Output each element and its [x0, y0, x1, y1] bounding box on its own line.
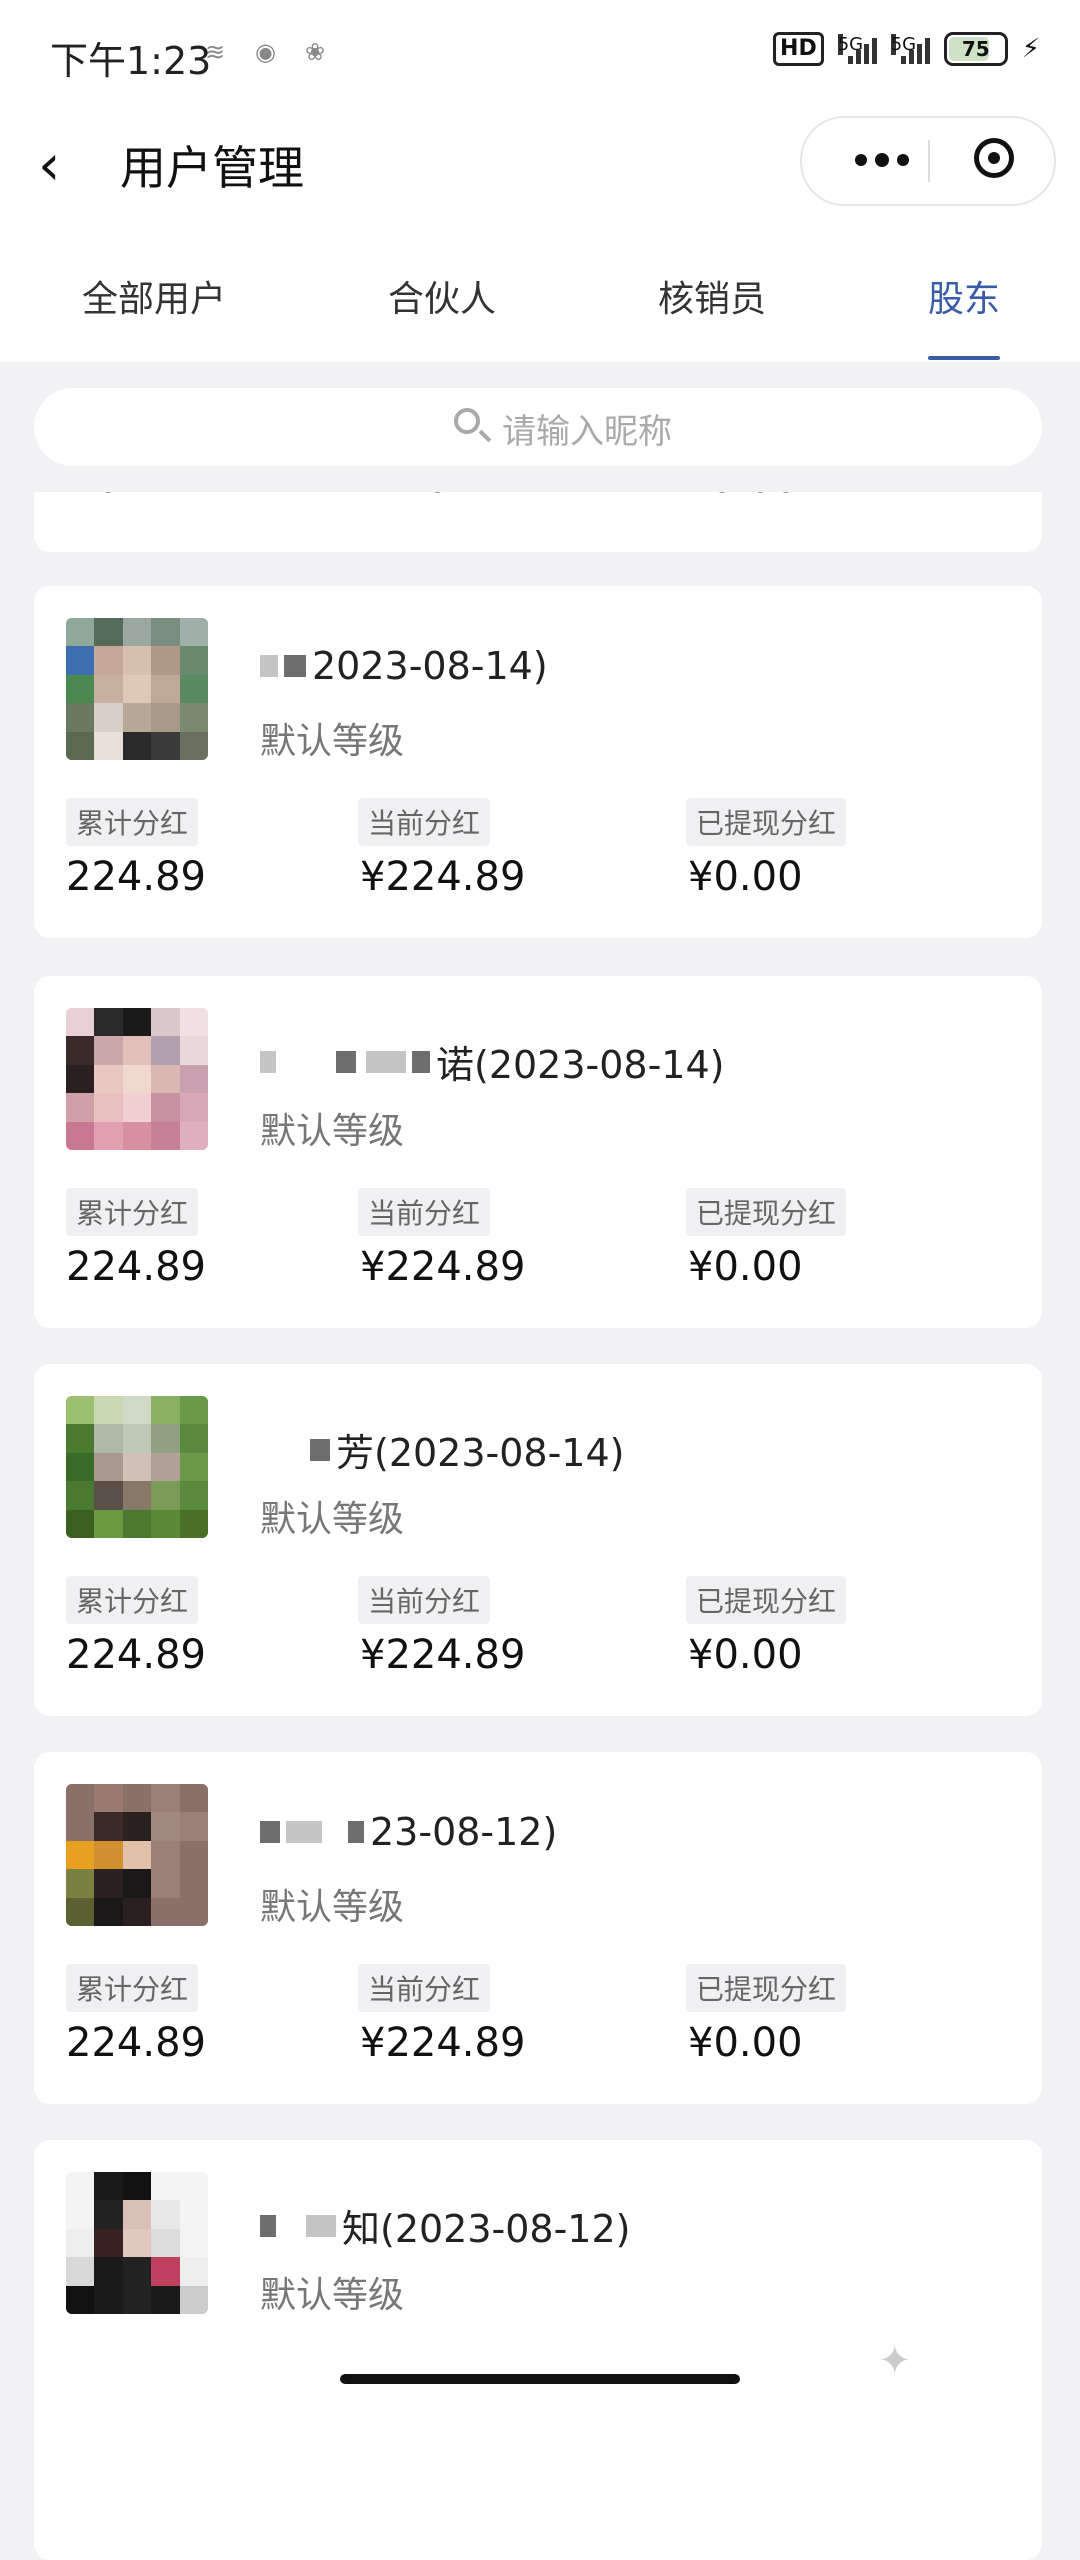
active-tab-indicator — [928, 356, 1000, 360]
chevron-left-icon[interactable]: ‹ — [38, 136, 88, 196]
search-area: 请输入昵称 — [0, 362, 1080, 492]
avatar — [66, 1008, 208, 1150]
user-level: 默认等级 — [260, 1887, 405, 1928]
stat-withdrawn-value: ¥0.00 — [688, 854, 803, 900]
capsule-divider — [928, 140, 930, 182]
stat-total-value: 224.89 — [66, 1632, 206, 1678]
list-item[interactable]: 诺(2023-08-14) 默认等级 累计分红 当前分红 已提现分红 224.8… — [34, 976, 1042, 1328]
battery-icon: 75 — [943, 32, 1008, 66]
stat-current-label: 当前分红 — [358, 1964, 491, 2012]
tab-bar: 全部用户 合伙人 核销员 股东 — [0, 230, 1080, 363]
avatar — [66, 1784, 208, 1926]
tab-verifiers[interactable]: 核销员 — [658, 270, 766, 322]
close-miniprogram-icon[interactable] — [974, 138, 1014, 178]
search-placeholder: 请输入昵称 — [502, 412, 672, 452]
stat-total-value: 224.89 — [66, 854, 206, 900]
stat-withdrawn-value: ¥0.00 — [688, 2020, 803, 2066]
signal-icon: 5G — [890, 34, 930, 64]
list-item[interactable]: 23-08-12) 默认等级 累计分红 当前分红 已提现分红 224.89 ¥2… — [34, 1752, 1042, 2104]
list-item[interactable]: 2023-08-14) 默认等级 累计分红 当前分红 已提现分红 224.89 … — [34, 586, 1042, 938]
stat-withdrawn-value: ¥0.00 — [688, 1632, 803, 1678]
hd-icon: HD — [773, 32, 824, 66]
stat-current-value: ¥224.89 — [360, 854, 526, 900]
stat-total-label: 累计分红 — [66, 1964, 199, 2012]
stat-current-value: ¥224.89 — [360, 2020, 526, 2066]
list-item[interactable]: 芳(2023-08-14) 默认等级 累计分红 当前分红 已提现分红 224.8… — [34, 1364, 1042, 1716]
search-icon — [454, 408, 480, 434]
user-name: 知(2023-08-12) — [260, 2198, 631, 2253]
stat-current-label: 当前分红 — [358, 1576, 491, 1624]
stat-total-value: 224.89 — [66, 1244, 206, 1290]
mini-program-capsule — [800, 116, 1056, 206]
notification-icon: ❀ — [305, 38, 326, 66]
stat-current-label: 当前分红 — [358, 1188, 491, 1236]
page-title: 用户管理 — [120, 141, 304, 195]
stat-withdrawn-label: 已提现分红 — [686, 1576, 847, 1624]
stat-current-value: ¥224.89 — [360, 1244, 526, 1290]
user-name: 23-08-12) — [260, 1810, 557, 1854]
home-indicator[interactable] — [340, 2374, 740, 2384]
stat-total-label: 累计分红 — [66, 1188, 199, 1236]
tab-shareholders[interactable]: 股东 — [928, 270, 1000, 322]
stat-total-value: 224.89 — [66, 2020, 206, 2066]
stat-total-label: 累计分红 — [66, 1576, 199, 1624]
tab-all-users[interactable]: 全部用户 — [82, 270, 226, 322]
avatar — [66, 2172, 208, 2314]
watermark: ✦ — [878, 2338, 912, 2384]
search-input[interactable]: 请输入昵称 — [34, 388, 1042, 466]
user-name: 芳(2023-08-14) — [260, 1422, 625, 1477]
signal-icon: 5G — [837, 34, 877, 64]
status-time: 下午1:23 — [50, 39, 212, 83]
stat-withdrawn-label: 已提现分红 — [686, 1964, 847, 2012]
user-level: 默认等级 — [260, 1499, 405, 1540]
notification-icon: ◉ — [255, 38, 276, 66]
user-name: 2023-08-14) — [260, 644, 548, 688]
notification-icon: ≋ — [205, 38, 226, 66]
stat-withdrawn-value: ¥0.00 — [688, 1244, 803, 1290]
stat-current-value: ¥224.89 — [360, 1632, 526, 1678]
stat-total-label: 累计分红 — [66, 798, 199, 846]
status-bar: 下午1:23 ≋ ◉ ❀ HD 5G 5G 75 ⚡ — [0, 0, 1080, 110]
charging-icon: ⚡ — [1021, 34, 1040, 64]
user-name: 诺(2023-08-14) — [260, 1034, 725, 1089]
more-icon[interactable] — [842, 138, 922, 182]
stat-current-label: 当前分红 — [358, 798, 491, 846]
avatar — [66, 1396, 208, 1538]
user-level: 默认等级 — [260, 721, 405, 762]
stat-withdrawn-label: 已提现分红 — [686, 1188, 847, 1236]
user-level: 默认等级 — [260, 1111, 405, 1152]
stat-withdrawn-label: 已提现分红 — [686, 798, 847, 846]
tab-partners[interactable]: 合伙人 — [388, 270, 496, 322]
user-level: 默认等级 — [260, 2275, 405, 2316]
avatar — [66, 618, 208, 760]
nav-bar: ‹ 用户管理 — [0, 110, 1080, 230]
